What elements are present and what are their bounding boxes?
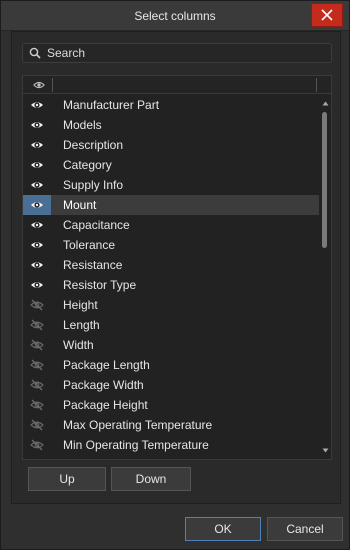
search-input[interactable] <box>47 46 317 60</box>
list-item[interactable]: Package Length <box>23 355 319 375</box>
list-item[interactable]: Resistor Type <box>23 275 319 295</box>
eye-header-icon[interactable] <box>33 79 45 91</box>
eye-icon[interactable] <box>23 155 51 175</box>
eye-icon[interactable] <box>23 195 51 215</box>
cancel-button[interactable]: Cancel <box>267 517 343 541</box>
column-label: Mount <box>63 198 97 212</box>
list-item[interactable]: Package Height <box>23 395 319 415</box>
eye-icon[interactable] <box>23 255 51 275</box>
list-item[interactable]: Models <box>23 115 319 135</box>
column-label: Category <box>63 158 112 172</box>
column-label: Tolerance <box>63 238 116 252</box>
column-label: Manufacturer Part <box>63 98 160 112</box>
eye-off-icon[interactable] <box>23 375 51 395</box>
list-body: Manufacturer Part Models Description Catego… <box>23 95 319 459</box>
eye-off-icon[interactable] <box>23 295 51 315</box>
column-label: Height <box>63 298 98 312</box>
list-header <box>23 76 331 94</box>
select-columns-dialog: Select columns Manufacture <box>0 0 350 550</box>
list-item[interactable]: Package Width <box>23 375 319 395</box>
eye-off-icon[interactable] <box>23 315 51 335</box>
eye-off-icon[interactable] <box>23 455 51 459</box>
list-item[interactable]: Length <box>23 315 319 335</box>
dialog-content: Manufacturer Part Models Description Catego… <box>11 31 341 504</box>
close-icon <box>321 9 333 21</box>
list-item[interactable]: Capacitance <box>23 215 319 235</box>
eye-off-icon[interactable] <box>23 415 51 435</box>
column-label: Packaging <box>63 458 119 459</box>
header-divider[interactable] <box>52 78 53 92</box>
close-button[interactable] <box>311 3 343 27</box>
list-item[interactable]: Width <box>23 335 319 355</box>
column-label: Max Operating Temperature <box>63 418 213 432</box>
eye-icon[interactable] <box>23 275 51 295</box>
eye-icon[interactable] <box>23 115 51 135</box>
ok-button[interactable]: OK <box>185 517 261 541</box>
list-item[interactable]: Max Operating Temperature <box>23 415 319 435</box>
column-label: Width <box>63 338 94 352</box>
header-divider[interactable] <box>316 78 317 92</box>
column-label: Resistance <box>63 258 123 272</box>
eye-off-icon[interactable] <box>23 395 51 415</box>
column-label: Models <box>63 118 102 132</box>
eye-icon[interactable] <box>23 95 51 115</box>
list-item[interactable]: Supply Info <box>23 175 319 195</box>
eye-icon[interactable] <box>23 235 51 255</box>
list-item[interactable]: Min Operating Temperature <box>23 435 319 455</box>
list-item[interactable]: Tolerance <box>23 235 319 255</box>
column-label: Package Height <box>63 398 148 412</box>
column-label: Package Width <box>63 378 144 392</box>
list-item[interactable]: Height <box>23 295 319 315</box>
search-box[interactable] <box>22 43 332 63</box>
list-item[interactable]: Category <box>23 155 319 175</box>
eye-off-icon[interactable] <box>23 435 51 455</box>
vertical-scrollbar[interactable] <box>319 95 331 459</box>
move-up-button[interactable]: Up <box>28 467 106 491</box>
column-label: Resistor Type <box>63 278 137 292</box>
title-bar: Select columns <box>1 1 349 31</box>
column-label: Package Length <box>63 358 150 372</box>
scroll-up-icon[interactable] <box>322 100 329 107</box>
list-item[interactable]: Resistance <box>23 255 319 275</box>
list-item[interactable]: Packaging <box>23 455 319 459</box>
column-label: Capacitance <box>63 218 130 232</box>
move-down-button[interactable]: Down <box>111 467 191 491</box>
column-label: Min Operating Temperature <box>63 438 209 452</box>
column-label: Description <box>63 138 124 152</box>
column-label: Length <box>63 318 100 332</box>
columns-list: Manufacturer Part Models Description Catego… <box>22 75 332 460</box>
eye-icon[interactable] <box>23 175 51 195</box>
eye-icon[interactable] <box>23 215 51 235</box>
list-item[interactable]: Manufacturer Part <box>23 95 319 115</box>
column-label: Supply Info <box>63 178 124 192</box>
eye-icon[interactable] <box>23 135 51 155</box>
scroll-thumb[interactable] <box>322 112 327 248</box>
eye-off-icon[interactable] <box>23 355 51 375</box>
scroll-down-icon[interactable] <box>322 447 329 454</box>
list-item[interactable]: Description <box>23 135 319 155</box>
list-item[interactable]: Mount <box>23 195 319 215</box>
dialog-title: Select columns <box>134 9 216 23</box>
eye-off-icon[interactable] <box>23 335 51 355</box>
search-icon <box>29 47 41 59</box>
